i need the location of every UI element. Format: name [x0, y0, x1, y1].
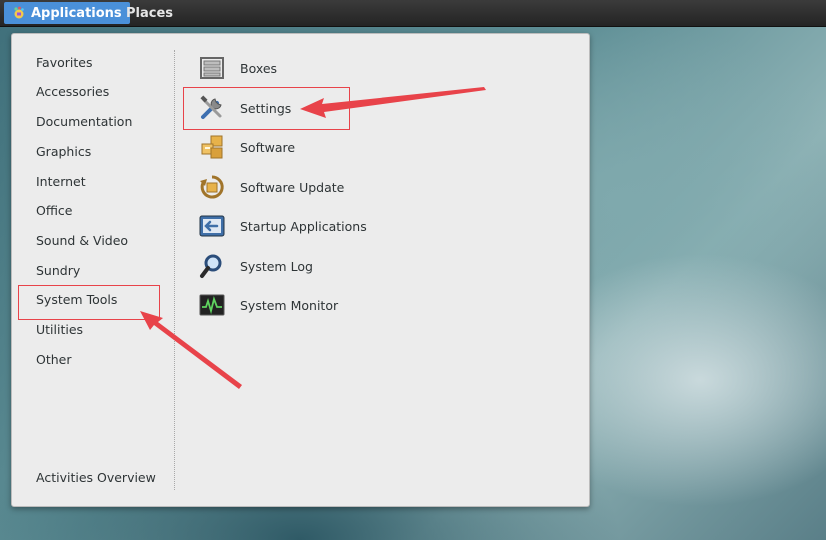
app-software-update[interactable]: Software Update	[198, 172, 344, 202]
gnome-foot-icon	[12, 6, 26, 20]
category-office[interactable]: Office	[36, 201, 73, 221]
menu-divider	[174, 50, 175, 490]
app-startup-applications[interactable]: Startup Applications	[198, 211, 367, 241]
category-utilities[interactable]: Utilities	[36, 320, 83, 340]
places-menu-button[interactable]: Places	[118, 2, 181, 24]
settings-highlight-box	[183, 87, 350, 130]
system-monitor-icon	[199, 294, 225, 316]
boxes-icon	[200, 57, 224, 79]
software-packages-icon	[201, 135, 223, 159]
category-accessories[interactable]: Accessories	[36, 82, 109, 102]
places-menu-label: Places	[126, 5, 174, 21]
system-tools-highlight-box	[18, 285, 160, 320]
applications-menu-label: Applications	[31, 5, 122, 21]
category-sound-video[interactable]: Sound & Video	[36, 231, 128, 251]
app-label: System Log	[240, 258, 313, 274]
applications-menu-button[interactable]: Applications	[4, 2, 130, 24]
top-bar: Applications Places	[0, 0, 826, 27]
app-label: System Monitor	[240, 297, 339, 313]
system-log-magnifier-icon	[200, 254, 222, 278]
app-label: Software	[240, 139, 296, 155]
app-boxes[interactable]: Boxes	[198, 53, 277, 83]
category-other[interactable]: Other	[36, 350, 72, 370]
app-system-monitor[interactable]: System Monitor	[198, 290, 338, 320]
software-update-icon	[200, 175, 224, 199]
category-favorites[interactable]: Favorites	[36, 53, 92, 73]
category-sundry[interactable]: Sundry	[36, 261, 80, 281]
app-system-log[interactable]: System Log	[198, 251, 313, 281]
app-label: Software Update	[240, 179, 345, 195]
startup-applications-icon	[199, 215, 225, 237]
app-software[interactable]: Software	[198, 132, 295, 162]
app-label: Startup Applications	[240, 218, 367, 234]
activities-overview-link[interactable]: Activities Overview	[36, 468, 156, 488]
category-internet[interactable]: Internet	[36, 172, 86, 192]
app-label: Boxes	[240, 60, 278, 76]
category-graphics[interactable]: Graphics	[36, 142, 91, 162]
category-documentation[interactable]: Documentation	[36, 112, 132, 132]
